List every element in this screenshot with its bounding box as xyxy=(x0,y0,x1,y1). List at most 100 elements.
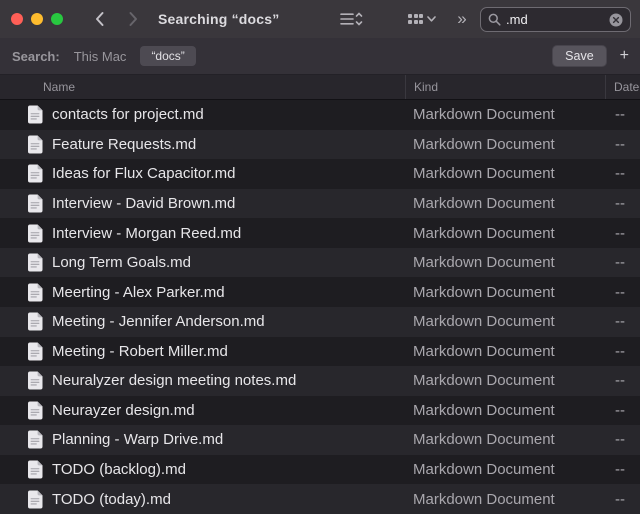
file-row[interactable]: Neuralyzer design meeting notes.md Markd… xyxy=(0,366,640,396)
sort-view-button[interactable] xyxy=(334,5,368,33)
file-kind: Markdown Document xyxy=(413,372,555,390)
file-kind: Markdown Document xyxy=(413,283,555,301)
file-row[interactable]: Meeting - Jennifer Anderson.md Markdown … xyxy=(0,306,640,337)
file-kind: Markdown Document xyxy=(413,135,555,153)
file-date: -- xyxy=(615,224,625,242)
document-icon xyxy=(27,460,43,479)
file-name: Meeting - Robert Miller.md xyxy=(52,342,228,360)
file-name: Neurayzer design.md xyxy=(52,401,195,419)
file-kind: Markdown Document xyxy=(413,431,555,449)
document-icon xyxy=(27,164,43,183)
add-criteria-button[interactable]: + xyxy=(617,47,632,65)
document-icon xyxy=(27,371,43,390)
toolbar-overflow-button[interactable]: » xyxy=(450,5,474,33)
file-date: -- xyxy=(615,254,625,272)
file-name: Meerting - Alex Parker.md xyxy=(52,283,225,301)
document-icon xyxy=(27,105,43,124)
file-date: -- xyxy=(615,313,625,331)
file-kind: Markdown Document xyxy=(413,461,555,479)
file-row[interactable]: Interview - David Brown.md Markdown Docu… xyxy=(0,188,640,219)
forward-button[interactable] xyxy=(120,5,146,33)
file-kind: Markdown Document xyxy=(413,106,555,124)
file-row[interactable]: TODO (backlog).md Markdown Document -- xyxy=(0,454,640,485)
file-name: contacts for project.md xyxy=(52,106,204,124)
file-date: -- xyxy=(615,401,625,419)
toolbar: Searching “docs” » .md xyxy=(0,0,640,38)
chevron-right-icon xyxy=(129,12,137,26)
finder-window: Searching “docs” » .md Search: This Mac … xyxy=(0,0,640,514)
search-input-value[interactable]: .md xyxy=(506,12,604,27)
file-row[interactable]: Long Term Goals.md Markdown Document -- xyxy=(0,247,640,278)
file-row[interactable]: Meerting - Alex Parker.md Markdown Docum… xyxy=(0,277,640,307)
traffic-lights xyxy=(11,13,63,25)
chevron-down-icon xyxy=(427,16,436,22)
back-button[interactable] xyxy=(86,5,112,33)
scope-this-mac[interactable]: This Mac xyxy=(74,49,127,64)
file-name: Interview - David Brown.md xyxy=(52,194,236,212)
file-kind: Markdown Document xyxy=(413,224,555,242)
list-sort-icon xyxy=(340,12,363,26)
file-date: -- xyxy=(615,135,625,153)
file-kind: Markdown Document xyxy=(413,401,555,419)
file-date: -- xyxy=(615,490,625,508)
column-header-kind[interactable]: Kind xyxy=(405,75,605,99)
file-row[interactable]: Neurayzer design.md Markdown Document -- xyxy=(0,395,640,426)
column-header-name[interactable]: Name xyxy=(0,80,405,94)
file-row[interactable]: Interview - Morgan Reed.md Markdown Docu… xyxy=(0,218,640,248)
file-date: -- xyxy=(615,165,625,183)
file-row[interactable]: contacts for project.md Markdown Documen… xyxy=(0,100,640,130)
window-title: Searching “docs” xyxy=(158,11,280,27)
close-button[interactable] xyxy=(11,13,23,25)
file-name: Feature Requests.md xyxy=(52,135,197,153)
file-name: Interview - Morgan Reed.md xyxy=(52,224,242,242)
file-list: contacts for project.md Markdown Documen… xyxy=(0,100,640,514)
file-row[interactable]: Ideas for Flux Capacitor.md Markdown Doc… xyxy=(0,159,640,189)
document-icon xyxy=(27,253,43,272)
search-icon xyxy=(488,13,501,26)
grid-icon xyxy=(408,14,423,24)
document-icon xyxy=(27,342,43,361)
document-icon xyxy=(27,224,43,243)
file-row[interactable]: Planning - Warp Drive.md Markdown Docume… xyxy=(0,425,640,455)
document-icon xyxy=(27,430,43,449)
fullscreen-button[interactable] xyxy=(51,13,63,25)
file-date: -- xyxy=(615,342,625,360)
file-kind: Markdown Document xyxy=(413,313,555,331)
file-name: Meeting - Jennifer Anderson.md xyxy=(52,313,265,331)
file-name: Planning - Warp Drive.md xyxy=(52,431,224,449)
document-icon xyxy=(27,490,43,509)
save-button[interactable]: Save xyxy=(552,45,607,67)
document-icon xyxy=(27,135,43,154)
clear-search-icon[interactable] xyxy=(609,13,623,27)
file-date: -- xyxy=(615,106,625,124)
file-kind: Markdown Document xyxy=(413,342,555,360)
column-headers: Name Kind Date xyxy=(0,75,640,100)
column-header-date[interactable]: Date xyxy=(605,75,640,99)
file-kind: Markdown Document xyxy=(413,165,555,183)
search-scope-bar: Search: This Mac “docs” Save + xyxy=(0,38,640,75)
file-date: -- xyxy=(615,372,625,390)
file-name: TODO (today).md xyxy=(52,490,171,508)
document-icon xyxy=(27,283,43,302)
file-date: -- xyxy=(615,194,625,212)
search-scope-label: Search: xyxy=(12,48,60,64)
file-kind: Markdown Document xyxy=(413,194,555,212)
file-name: Neuralyzer design meeting notes.md xyxy=(52,372,297,390)
file-row[interactable]: Meeting - Robert Miller.md Markdown Docu… xyxy=(0,336,640,367)
document-icon xyxy=(27,194,43,213)
file-name: Long Term Goals.md xyxy=(52,254,191,272)
file-kind: Markdown Document xyxy=(413,254,555,272)
group-view-button[interactable] xyxy=(402,5,442,33)
document-icon xyxy=(27,401,43,420)
file-row[interactable]: TODO (today).md Markdown Document -- xyxy=(0,484,640,514)
file-name: TODO (backlog).md xyxy=(52,461,186,479)
file-date: -- xyxy=(615,431,625,449)
double-chevron-icon: » xyxy=(457,9,467,28)
file-row[interactable]: Feature Requests.md Markdown Document -- xyxy=(0,129,640,160)
chevron-left-icon xyxy=(95,12,103,26)
scope-docs-token[interactable]: “docs” xyxy=(140,46,196,66)
minimize-button[interactable] xyxy=(31,13,43,25)
search-field[interactable]: .md xyxy=(480,7,631,32)
file-kind: Markdown Document xyxy=(413,490,555,508)
document-icon xyxy=(27,312,43,331)
